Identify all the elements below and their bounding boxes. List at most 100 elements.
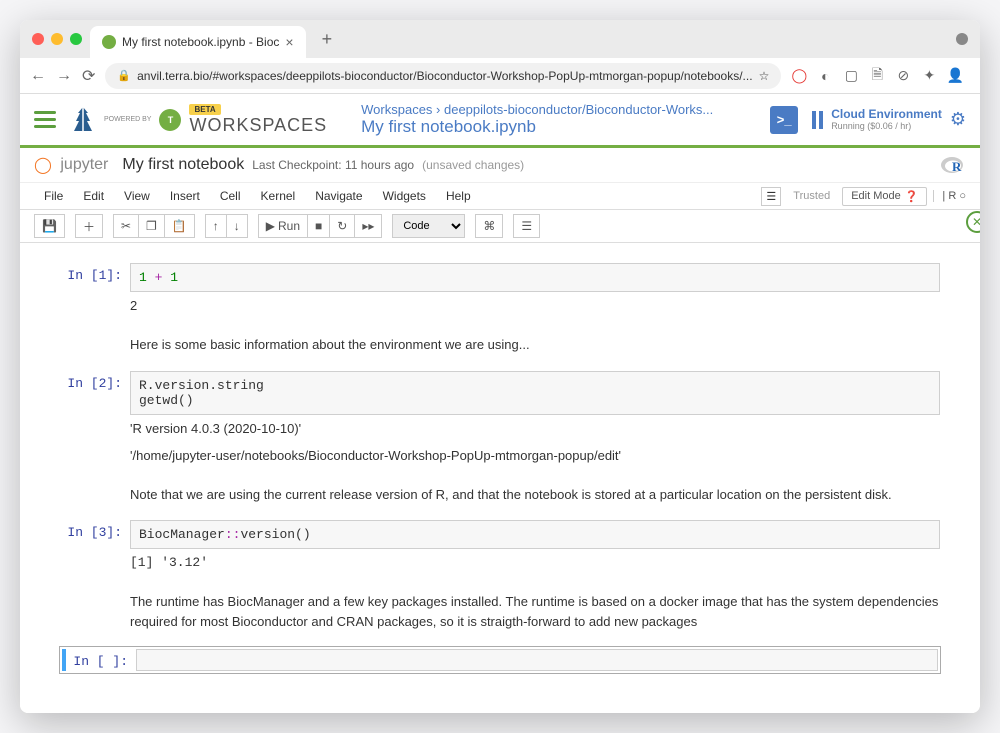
close-tab-icon[interactable]: × xyxy=(285,34,293,50)
unsaved-label: (unsaved changes) xyxy=(422,158,524,172)
code-cell[interactable]: In [1]: 1 + 1 2 xyxy=(60,263,940,319)
url-input[interactable]: 🔒 anvil.terra.bio/#workspaces/deeppilots… xyxy=(105,63,781,89)
cell-output: '/home/jupyter-user/notebooks/Bioconduct… xyxy=(130,442,940,469)
markdown-cell[interactable]: Note that we are using the current relea… xyxy=(60,479,940,511)
move-up-button[interactable]: ↑ xyxy=(205,214,227,238)
cloud-environment[interactable]: Cloud Environment Running ($0.06 / hr) ⚙ xyxy=(812,107,966,132)
menu-widgets[interactable]: Widgets xyxy=(373,185,436,207)
code-input[interactable]: R.version.string getwd() xyxy=(130,371,940,415)
menu-icon[interactable]: ⋮ xyxy=(973,68,980,84)
restart-button[interactable]: ↻ xyxy=(330,214,355,238)
beta-badge: BETA xyxy=(189,104,220,115)
cell-prompt: In [ ]: xyxy=(66,649,136,669)
new-tab-button[interactable]: + xyxy=(314,29,341,50)
cell-prompt: In [3]: xyxy=(60,520,130,576)
markdown-cell[interactable]: Here is some basic information about the… xyxy=(60,329,940,361)
terra-logo-icon: T xyxy=(159,109,181,131)
r-logo-icon: R xyxy=(940,154,966,176)
workspaces-label: WORKSPACES xyxy=(189,115,327,136)
ext-icon-1[interactable]: ◯ xyxy=(791,68,807,84)
cell-output: 2 xyxy=(130,292,940,319)
tab-title: My first notebook.ipynb - Bioc xyxy=(122,35,279,49)
bookmark-star-icon[interactable]: ☆ xyxy=(759,69,770,83)
code-cell[interactable]: In [3]: BiocManager::version() [1] '3.12… xyxy=(60,520,940,576)
code-cell-active[interactable]: In [ ]: xyxy=(60,647,940,673)
code-input[interactable] xyxy=(136,649,938,671)
menu-insert[interactable]: Insert xyxy=(160,185,210,207)
trusted-badge[interactable]: Trusted xyxy=(787,188,836,204)
cloud-env-status: Running ($0.06 / hr) xyxy=(831,121,942,132)
minimize-window-icon[interactable] xyxy=(51,33,63,45)
markdown-text: The runtime has BiocManager and a few ke… xyxy=(130,586,940,637)
powered-by-label: POWERED BY xyxy=(104,116,151,123)
menu-help[interactable]: Help xyxy=(436,185,481,207)
menu-bar: File Edit View Insert Cell Kernel Naviga… xyxy=(20,183,980,210)
terminal-icon[interactable]: >_ xyxy=(770,106,798,134)
maximize-window-icon[interactable] xyxy=(70,33,82,45)
menu-view[interactable]: View xyxy=(114,185,160,207)
menu-cell[interactable]: Cell xyxy=(210,185,251,207)
copy-button[interactable]: ❐ xyxy=(139,214,165,238)
logo-group: POWERED BY T BETA WORKSPACES xyxy=(70,104,327,136)
toc-toggle-icon[interactable]: ☰ xyxy=(761,187,781,206)
reload-button[interactable]: ⟳ xyxy=(82,66,95,86)
breadcrumb: Workspaces › deeppilots-bioconductor/Bio… xyxy=(361,102,756,137)
extensions-icon[interactable]: ✦ xyxy=(921,68,937,84)
checkpoint-label: Last Checkpoint: 11 hours ago xyxy=(252,158,414,172)
gear-icon[interactable]: ⚙ xyxy=(950,109,966,130)
command-palette-button[interactable]: ⌘ xyxy=(475,214,503,238)
back-button[interactable]: ← xyxy=(30,67,46,85)
run-button[interactable]: ▶ Run xyxy=(258,214,308,238)
anvil-logo-icon xyxy=(70,105,96,135)
markdown-text: Note that we are using the current relea… xyxy=(130,479,940,511)
main-menu-button[interactable] xyxy=(34,111,56,128)
ext-icon-2[interactable]: ◐ xyxy=(817,68,833,84)
jupyter-logo-icon[interactable]: ◯ jupyter xyxy=(34,155,108,175)
menu-navigate[interactable]: Navigate xyxy=(305,185,372,207)
markdown-text: Here is some basic information about the… xyxy=(130,329,940,361)
cell-type-select[interactable]: Code xyxy=(392,214,465,238)
save-button[interactable]: 💾 xyxy=(34,214,65,238)
toolbar: 💾 ＋ ✂ ❐ 📋 ↑ ↓ ▶ Run ■ ↻ ▸▸ Code ⌘ ☰ xyxy=(20,210,980,243)
browser-tab[interactable]: My first notebook.ipynb - Bioc × xyxy=(90,26,306,58)
cut-button[interactable]: ✂ xyxy=(113,214,139,238)
menu-file[interactable]: File xyxy=(34,185,73,207)
restart-run-all-button[interactable]: ▸▸ xyxy=(355,214,382,238)
ext-icon-5[interactable]: ⊘ xyxy=(895,68,911,84)
cell-output: [1] '3.12' xyxy=(130,549,940,576)
breadcrumb-path[interactable]: Workspaces › deeppilots-bioconductor/Bio… xyxy=(361,102,756,117)
code-cell[interactable]: In [2]: R.version.string getwd() 'R vers… xyxy=(60,371,940,469)
pause-icon xyxy=(812,111,823,129)
cell-prompt: In [1]: xyxy=(60,263,130,319)
move-down-button[interactable]: ↓ xyxy=(227,214,248,238)
kernel-badge: | R ○ xyxy=(933,190,966,202)
extensions: ◯ ◐ ▢ 🗎 ⊘ ✦ 👤 ⋮ xyxy=(791,68,980,84)
favicon-icon xyxy=(102,35,116,49)
code-input[interactable]: BiocManager::version() xyxy=(130,520,940,549)
add-cell-button[interactable]: ＋ xyxy=(75,214,103,238)
cloud-env-title: Cloud Environment xyxy=(831,107,942,121)
menu-edit[interactable]: Edit xyxy=(73,185,114,207)
avatar-icon[interactable]: 👤 xyxy=(947,68,963,84)
profile-icon[interactable] xyxy=(956,33,968,45)
edit-mode-badge[interactable]: Edit Mode❓ xyxy=(842,187,927,206)
close-window-icon[interactable] xyxy=(32,33,44,45)
ext-icon-3[interactable]: ▢ xyxy=(843,68,859,84)
svg-text:R: R xyxy=(952,159,962,174)
code-input[interactable]: 1 + 1 xyxy=(130,263,940,292)
window-controls xyxy=(32,33,82,45)
cell-prompt: In [2]: xyxy=(60,371,130,469)
menu-kernel[interactable]: Kernel xyxy=(251,185,306,207)
breadcrumb-title[interactable]: My first notebook.ipynb xyxy=(361,117,756,137)
cell-output: 'R version 4.0.3 (2020-10-10)' xyxy=(130,415,940,442)
notebook-name[interactable]: My first notebook xyxy=(122,156,244,174)
jupyter-header: ◯ jupyter My first notebook Last Checkpo… xyxy=(20,148,980,183)
ext-icon-4[interactable]: 🗎 xyxy=(869,68,885,84)
lock-icon: 🔒 xyxy=(117,69,131,82)
markdown-cell[interactable]: The runtime has BiocManager and a few ke… xyxy=(60,586,940,637)
forward-button[interactable]: → xyxy=(56,67,72,85)
browser-tab-bar: My first notebook.ipynb - Bioc × + xyxy=(20,20,980,58)
toc-button[interactable]: ☰ xyxy=(513,214,540,238)
paste-button[interactable]: 📋 xyxy=(165,214,195,238)
interrupt-button[interactable]: ■ xyxy=(308,214,330,238)
